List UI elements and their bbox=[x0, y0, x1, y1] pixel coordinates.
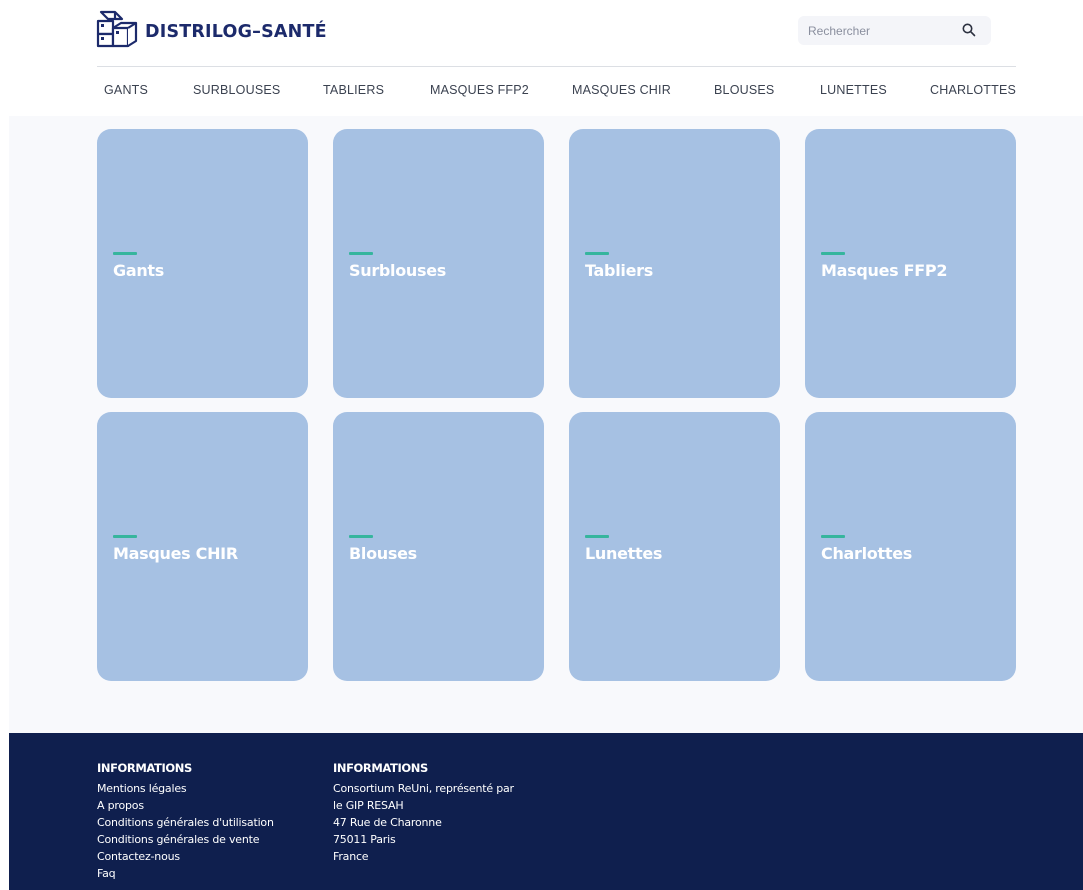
nav-item-surblouses[interactable]: SURBLOUSES bbox=[193, 83, 280, 97]
footer-address-line: le GIP RESAH bbox=[333, 799, 404, 812]
category-card-title: Tabliers bbox=[585, 261, 653, 280]
card-accent-bar bbox=[349, 535, 373, 538]
search-box bbox=[798, 16, 991, 45]
footer-link-cgv[interactable]: Conditions générales de vente bbox=[97, 831, 274, 848]
nav-item-gants[interactable]: GANTS bbox=[104, 83, 148, 97]
footer-link-cgu[interactable]: Conditions générales d'utilisation bbox=[97, 814, 274, 831]
category-card-blouses[interactable]: Blouses bbox=[333, 412, 544, 681]
footer-heading: INFORMATIONS bbox=[97, 761, 192, 775]
boxes-logo-icon bbox=[96, 10, 139, 53]
footer-links-column: INFORMATIONS Mentions légales A propos C… bbox=[97, 760, 274, 882]
footer-link-mentions-legales[interactable]: Mentions légales bbox=[97, 780, 274, 797]
footer-link-faq[interactable]: Faq bbox=[97, 865, 274, 882]
category-card-title: Gants bbox=[113, 261, 164, 280]
category-card-charlottes[interactable]: Charlottes bbox=[805, 412, 1016, 681]
brand-name: DISTRILOG–SANTÉ bbox=[145, 21, 327, 42]
card-accent-bar bbox=[821, 252, 845, 255]
search-icon[interactable] bbox=[961, 22, 977, 38]
category-card-title: Charlottes bbox=[821, 544, 912, 563]
card-accent-bar bbox=[113, 535, 137, 538]
card-accent-bar bbox=[349, 252, 373, 255]
footer-address-column: INFORMATIONS Consortium ReUni, représent… bbox=[333, 760, 514, 865]
card-accent-bar bbox=[821, 535, 845, 538]
nav-item-blouses[interactable]: BLOUSES bbox=[714, 83, 774, 97]
footer-address-line: 47 Rue de Charonne bbox=[333, 816, 442, 829]
category-card-title: Masques CHIR bbox=[113, 544, 238, 563]
category-card-lunettes[interactable]: Lunettes bbox=[569, 412, 780, 681]
category-card-title: Blouses bbox=[349, 544, 417, 563]
site-header: DISTRILOG–SANTÉ GANTS SURBLOUSES TABLIER… bbox=[0, 0, 1083, 116]
card-accent-bar bbox=[585, 252, 609, 255]
nav-item-masques-ffp2[interactable]: MASQUES FFP2 bbox=[430, 83, 529, 97]
footer-heading: INFORMATIONS bbox=[333, 761, 428, 775]
nav-item-charlottes[interactable]: CHARLOTTES bbox=[930, 83, 1016, 97]
category-card-title: Masques FFP2 bbox=[821, 261, 948, 280]
card-accent-bar bbox=[113, 252, 137, 255]
nav-item-masques-chir[interactable]: MASQUES CHIR bbox=[572, 83, 671, 97]
card-accent-bar bbox=[585, 535, 609, 538]
footer-link-a-propos[interactable]: A propos bbox=[97, 797, 274, 814]
nav-item-tabliers[interactable]: TABLIERS bbox=[323, 83, 384, 97]
brand-logo[interactable]: DISTRILOG–SANTÉ bbox=[96, 10, 327, 53]
category-card-masques-chir[interactable]: Masques CHIR bbox=[97, 412, 308, 681]
search-input[interactable] bbox=[798, 16, 958, 45]
category-card-masques-ffp2[interactable]: Masques FFP2 bbox=[805, 129, 1016, 398]
site-footer: INFORMATIONS Mentions légales A propos C… bbox=[9, 733, 1083, 890]
header-divider bbox=[97, 66, 1016, 67]
category-card-surblouses[interactable]: Surblouses bbox=[333, 129, 544, 398]
category-card-title: Lunettes bbox=[585, 544, 663, 563]
footer-link-contact[interactable]: Contactez-nous bbox=[97, 848, 274, 865]
footer-address-line: 75011 Paris bbox=[333, 833, 396, 846]
nav-item-lunettes[interactable]: LUNETTES bbox=[820, 83, 887, 97]
footer-address-line: France bbox=[333, 850, 369, 863]
category-card-gants[interactable]: Gants bbox=[97, 129, 308, 398]
category-card-title: Surblouses bbox=[349, 261, 447, 280]
category-nav: GANTS SURBLOUSES TABLIERS MASQUES FFP2 M… bbox=[97, 83, 1016, 99]
footer-address-line: Consortium ReUni, représenté par bbox=[333, 782, 514, 795]
category-card-tabliers[interactable]: Tabliers bbox=[569, 129, 780, 398]
category-grid: Gants Surblouses Tabliers Masques FFP2 M… bbox=[9, 116, 1083, 733]
